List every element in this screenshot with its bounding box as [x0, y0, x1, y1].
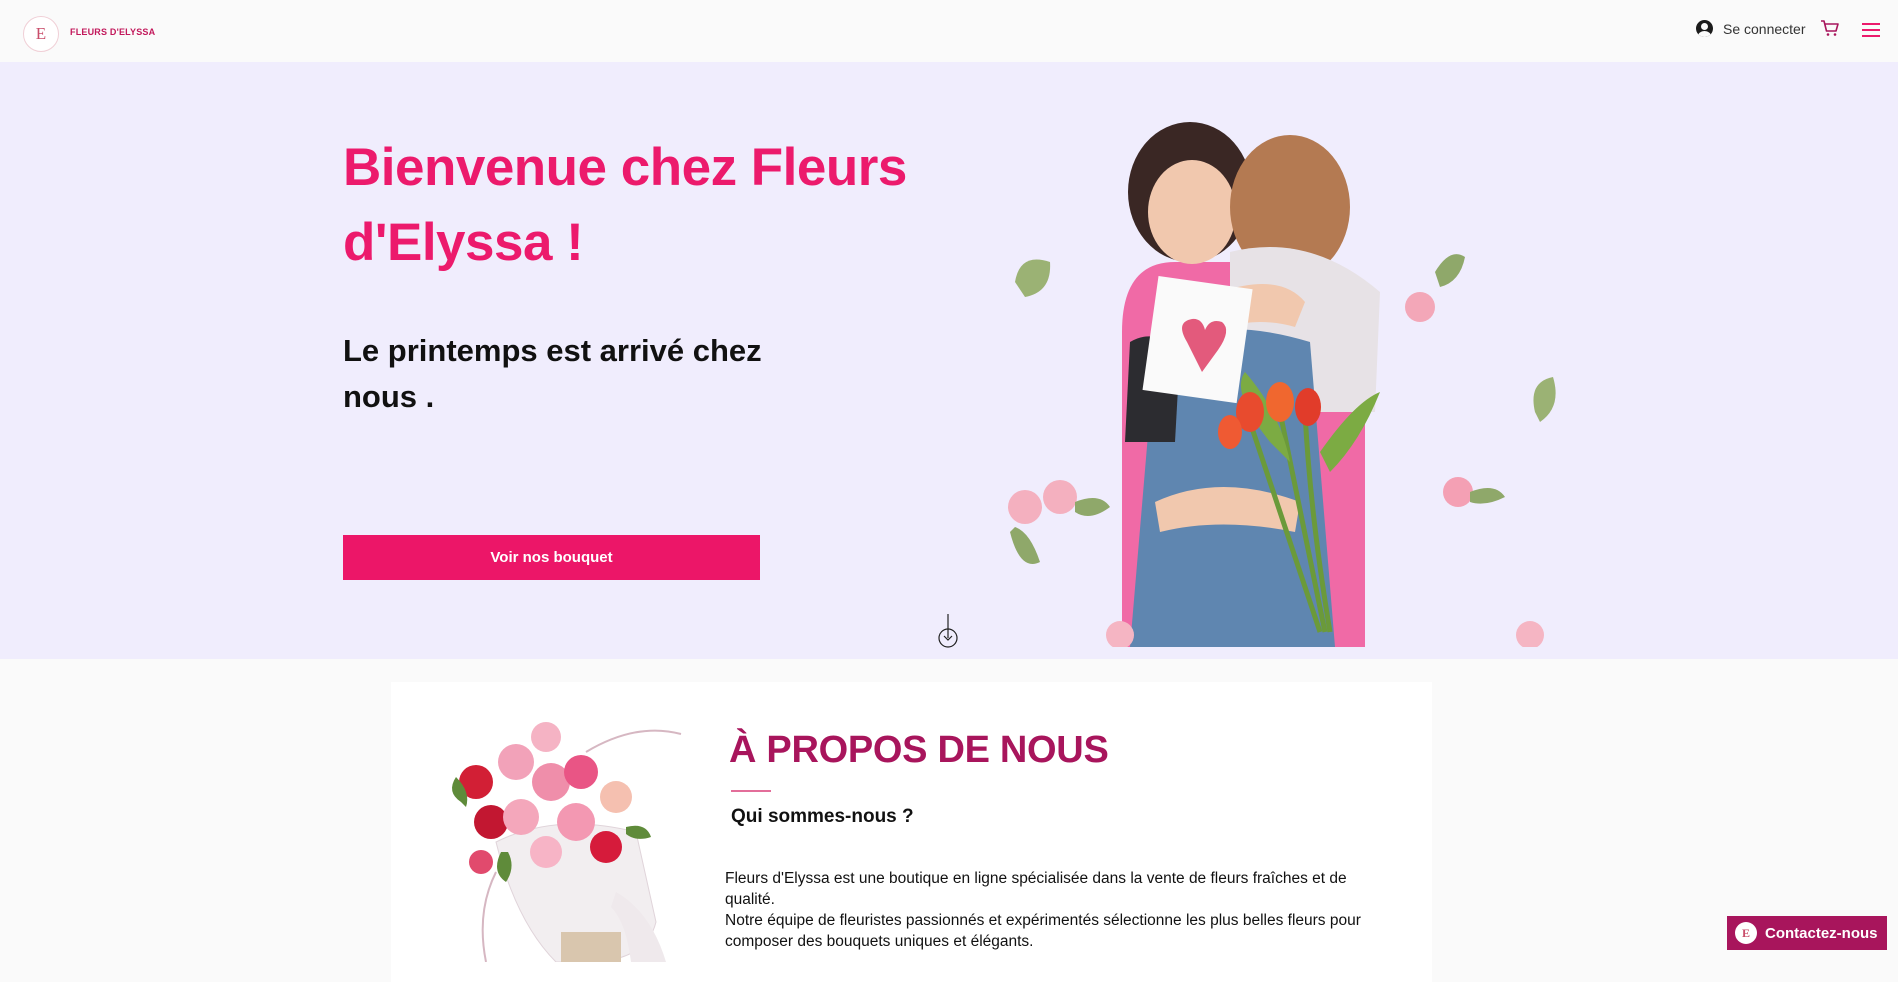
- bouquet-image: [452, 722, 682, 962]
- hero-subtitle: Le printemps est arrivé chez nous .: [343, 333, 762, 414]
- about-subtitle: Qui sommes-nous ?: [731, 806, 914, 827]
- brand-name[interactable]: FLEURS D'ELYSSA: [70, 27, 155, 37]
- hero-section: Bienvenue chez Fleurs d'Elyssa ! Le prin…: [0, 62, 1898, 659]
- user-icon: [1696, 20, 1713, 37]
- scroll-down-icon[interactable]: [937, 614, 959, 648]
- about-section: À PROPOS DE NOUS Qui sommes-nous ? Fleur…: [391, 682, 1432, 982]
- about-divider: [731, 790, 771, 792]
- about-title: À PROPOS DE NOUS: [729, 729, 1109, 771]
- menu-icon[interactable]: [1862, 22, 1880, 38]
- login-label: Se connecter: [1723, 20, 1806, 37]
- view-bouquets-button[interactable]: Voir nos bouquet: [343, 535, 760, 580]
- logo-icon[interactable]: E: [23, 16, 59, 52]
- about-description: Fleurs d'Elyssa est une boutique en lign…: [725, 868, 1385, 952]
- site-header: E FLEURS D'ELYSSA Se connecter: [0, 0, 1898, 63]
- contact-button[interactable]: E Contactez-nous: [1727, 916, 1887, 950]
- hero-image: [1008, 122, 1556, 647]
- hero-title: Bienvenue chez Fleurs d'Elyssa !: [343, 138, 907, 272]
- about-paragraph: Notre équipe de fleuristes passionnés et…: [725, 912, 1361, 950]
- login-button[interactable]: Se connecter: [1696, 20, 1806, 37]
- cart-icon[interactable]: [1820, 19, 1840, 37]
- contact-label: Contactez-nous: [1765, 924, 1878, 942]
- contact-logo-icon: E: [1735, 922, 1757, 944]
- about-paragraph: Fleurs d'Elyssa est une boutique en lign…: [725, 870, 1347, 908]
